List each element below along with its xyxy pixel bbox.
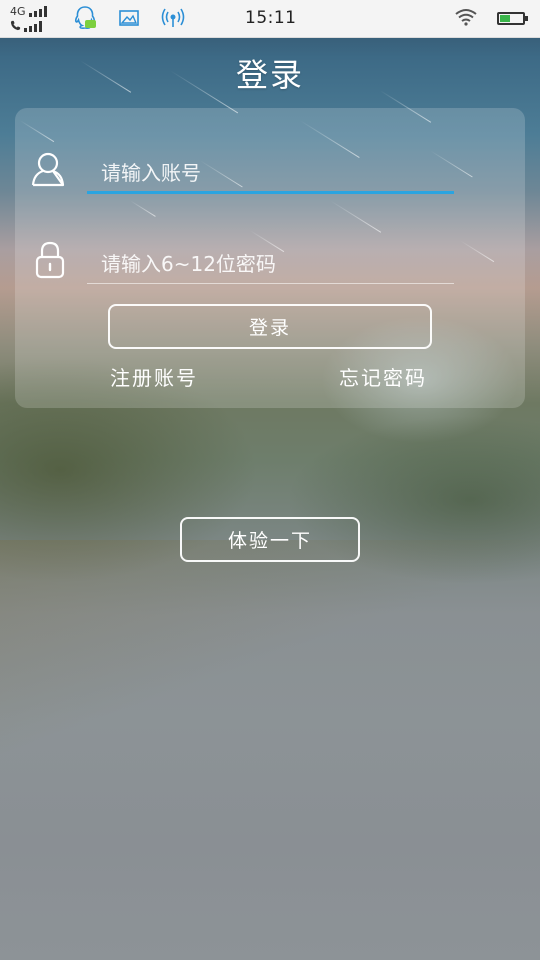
register-link[interactable]: 注册账号 [110,362,198,391]
user-icon [30,150,66,192]
status-bar: 4G 15:11 [0,0,540,38]
forgot-password-link[interactable]: 忘记密码 [339,362,427,391]
clock: 15:11 [245,8,297,28]
page-title: 登录 [235,56,304,94]
login-button[interactable]: 登录 [108,304,432,349]
signal-bars-icon [28,6,47,17]
background-road [0,540,540,960]
wifi-icon [455,8,477,30]
qq-chat-icon [72,5,98,31]
network-type-label: 4G [10,5,26,18]
try-it-button[interactable]: 体验一下 [180,517,360,562]
password-input[interactable] [87,244,454,284]
lock-icon [34,240,66,284]
battery-level [500,15,510,22]
image-icon [116,5,142,31]
phone-icon [10,20,21,34]
username-input[interactable] [87,154,454,194]
cellular-signal: 4G [10,4,47,34]
signal-tower-icon [160,5,186,31]
signal-bars-icon-2 [24,21,42,32]
battery-icon [497,12,528,25]
